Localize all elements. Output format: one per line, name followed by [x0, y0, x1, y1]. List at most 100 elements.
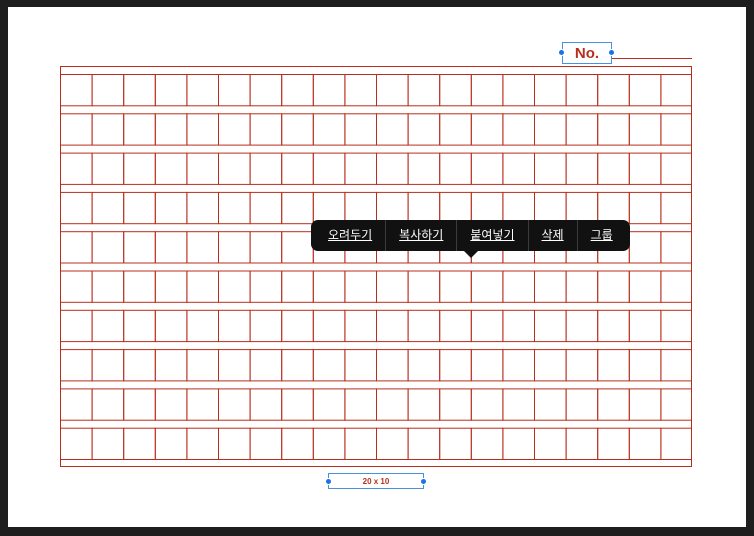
grid-cell: [218, 270, 251, 303]
grid-row: [60, 388, 692, 421]
grid-cell: [439, 427, 472, 461]
grid-cell: [218, 74, 251, 107]
grid-cell: [344, 427, 377, 461]
grid-cell: [312, 152, 346, 185]
grid-cell: [312, 349, 346, 382]
grid-cell: [407, 349, 441, 382]
grid-cell: [218, 349, 251, 382]
grid-cell: [502, 113, 535, 146]
grid-cell: [218, 231, 251, 264]
grid-cell: [154, 231, 188, 264]
size-left-handle[interactable]: [325, 478, 332, 485]
grid-cell: [123, 152, 156, 185]
grid-cell: [60, 152, 93, 185]
grid-cell: [91, 191, 125, 225]
grid-cell: [91, 349, 125, 382]
grid-cell: [344, 309, 377, 343]
grid-cell: [565, 74, 599, 107]
grid-cell: [154, 309, 188, 343]
grid-cell: [470, 388, 504, 421]
grid-cell: [218, 113, 251, 146]
grid-cell: [281, 74, 314, 107]
grid-cell: [91, 74, 125, 107]
grid-cell: [344, 270, 377, 303]
grid-cell: [218, 191, 251, 225]
size-right-handle[interactable]: [420, 478, 427, 485]
grid-cell: [60, 309, 93, 343]
menu-item-copy[interactable]: 복사하기: [386, 220, 456, 251]
grid-cell: [660, 113, 692, 146]
grid-cell: [376, 152, 409, 185]
grid-cell: [123, 309, 156, 343]
grid-cell: [565, 349, 599, 382]
grid-cell: [186, 309, 220, 343]
grid-cell: [123, 74, 156, 107]
grid-cell: [565, 113, 599, 146]
menu-item-delete[interactable]: 삭제: [529, 220, 577, 251]
grid-cell: [597, 113, 630, 146]
grid-cell: [534, 74, 567, 107]
grid-cell: [439, 113, 472, 146]
grid-cell: [660, 231, 692, 264]
paper-page: No. 20 x 10 오려두기 복사하기 붙여넣기 삭제 그룹: [8, 7, 746, 527]
grid-cell: [628, 427, 662, 461]
menu-item-cut[interactable]: 오려두기: [315, 220, 385, 251]
grid-cell: [597, 270, 630, 303]
grid-row: [60, 309, 692, 343]
grid-cell: [407, 74, 441, 107]
grid-cell: [376, 113, 409, 146]
grid-cell: [470, 152, 504, 185]
grid-cell: [376, 388, 409, 421]
menu-item-group[interactable]: 그룹: [578, 220, 626, 251]
grid-cell: [407, 270, 441, 303]
grid-cell: [60, 231, 93, 264]
menu-item-paste[interactable]: 붙여넣기: [457, 220, 527, 251]
grid-cell: [376, 427, 409, 461]
grid-cell: [218, 152, 251, 185]
grid-row: [60, 349, 692, 382]
grid-cell: [281, 231, 314, 264]
grid-cell: [123, 388, 156, 421]
grid-cell: [249, 113, 283, 146]
grid-cell: [91, 231, 125, 264]
grid-cell: [249, 270, 283, 303]
grid-cell: [470, 309, 504, 343]
grid-cell: [60, 349, 93, 382]
grid-cell: [281, 270, 314, 303]
grid-cell: [628, 270, 662, 303]
grid-cell: [407, 427, 441, 461]
grid-cell: [376, 191, 409, 225]
grid-cell: [186, 388, 220, 421]
grid-cell: [534, 309, 567, 343]
grid-cell: [91, 113, 125, 146]
grid-cell: [470, 113, 504, 146]
grid-cell: [123, 427, 156, 461]
grid-cell: [281, 152, 314, 185]
grid-cell: [312, 191, 346, 225]
manuscript-grid[interactable]: [60, 66, 692, 467]
grid-cell: [376, 309, 409, 343]
grid-cell: [91, 270, 125, 303]
grid-cell: [123, 113, 156, 146]
grid-cell: [502, 388, 535, 421]
grid-cell: [186, 113, 220, 146]
grid-cell: [312, 74, 346, 107]
grid-cell: [597, 427, 630, 461]
grid-cell: [565, 427, 599, 461]
grid-cell: [281, 388, 314, 421]
no-left-resize-handle[interactable]: [558, 49, 565, 56]
grid-cell: [154, 388, 188, 421]
number-label-box[interactable]: No.: [562, 42, 612, 64]
grid-cell: [60, 388, 93, 421]
grid-cell: [597, 152, 630, 185]
grid-cell: [60, 270, 93, 303]
grid-cell: [312, 309, 346, 343]
grid-cell: [249, 152, 283, 185]
grid-cell: [628, 231, 662, 264]
grid-cell: [186, 427, 220, 461]
grid-cell: [565, 388, 599, 421]
grid-size-label-box[interactable]: 20 x 10: [328, 473, 424, 489]
no-right-resize-handle[interactable]: [608, 49, 615, 56]
grid-cell: [123, 191, 156, 225]
grid-cell: [60, 191, 93, 225]
